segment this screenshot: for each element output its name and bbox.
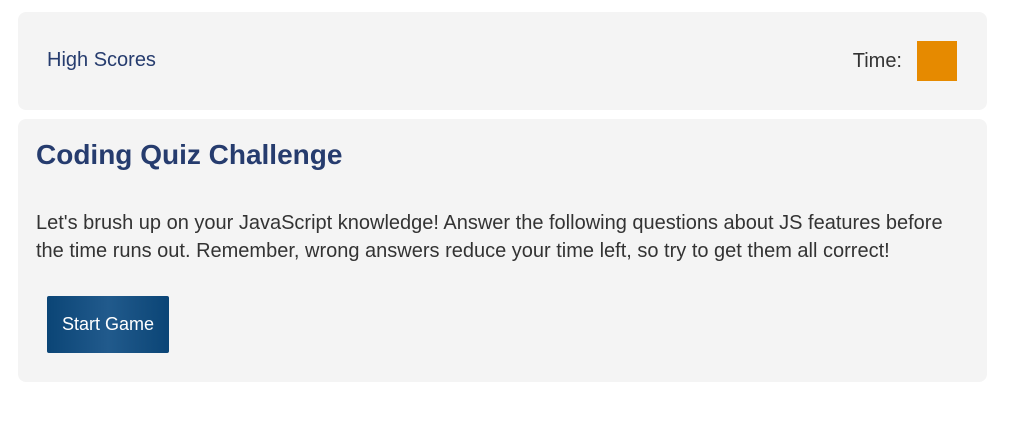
header-bar: High Scores Time: [18, 12, 987, 110]
high-scores-link[interactable]: High Scores [47, 49, 156, 72]
page-title: Coding Quiz Challenge [36, 139, 343, 170]
quiz-intro-card: Coding Quiz Challenge Let's brush up on … [18, 119, 987, 382]
timer: Time: [853, 41, 957, 81]
timer-value [917, 41, 957, 81]
timer-label: Time: [852, 49, 902, 72]
intro-text: Let's brush up on your JavaScript knowle… [36, 212, 943, 262]
start-game-button[interactable]: Start Game [47, 296, 169, 353]
